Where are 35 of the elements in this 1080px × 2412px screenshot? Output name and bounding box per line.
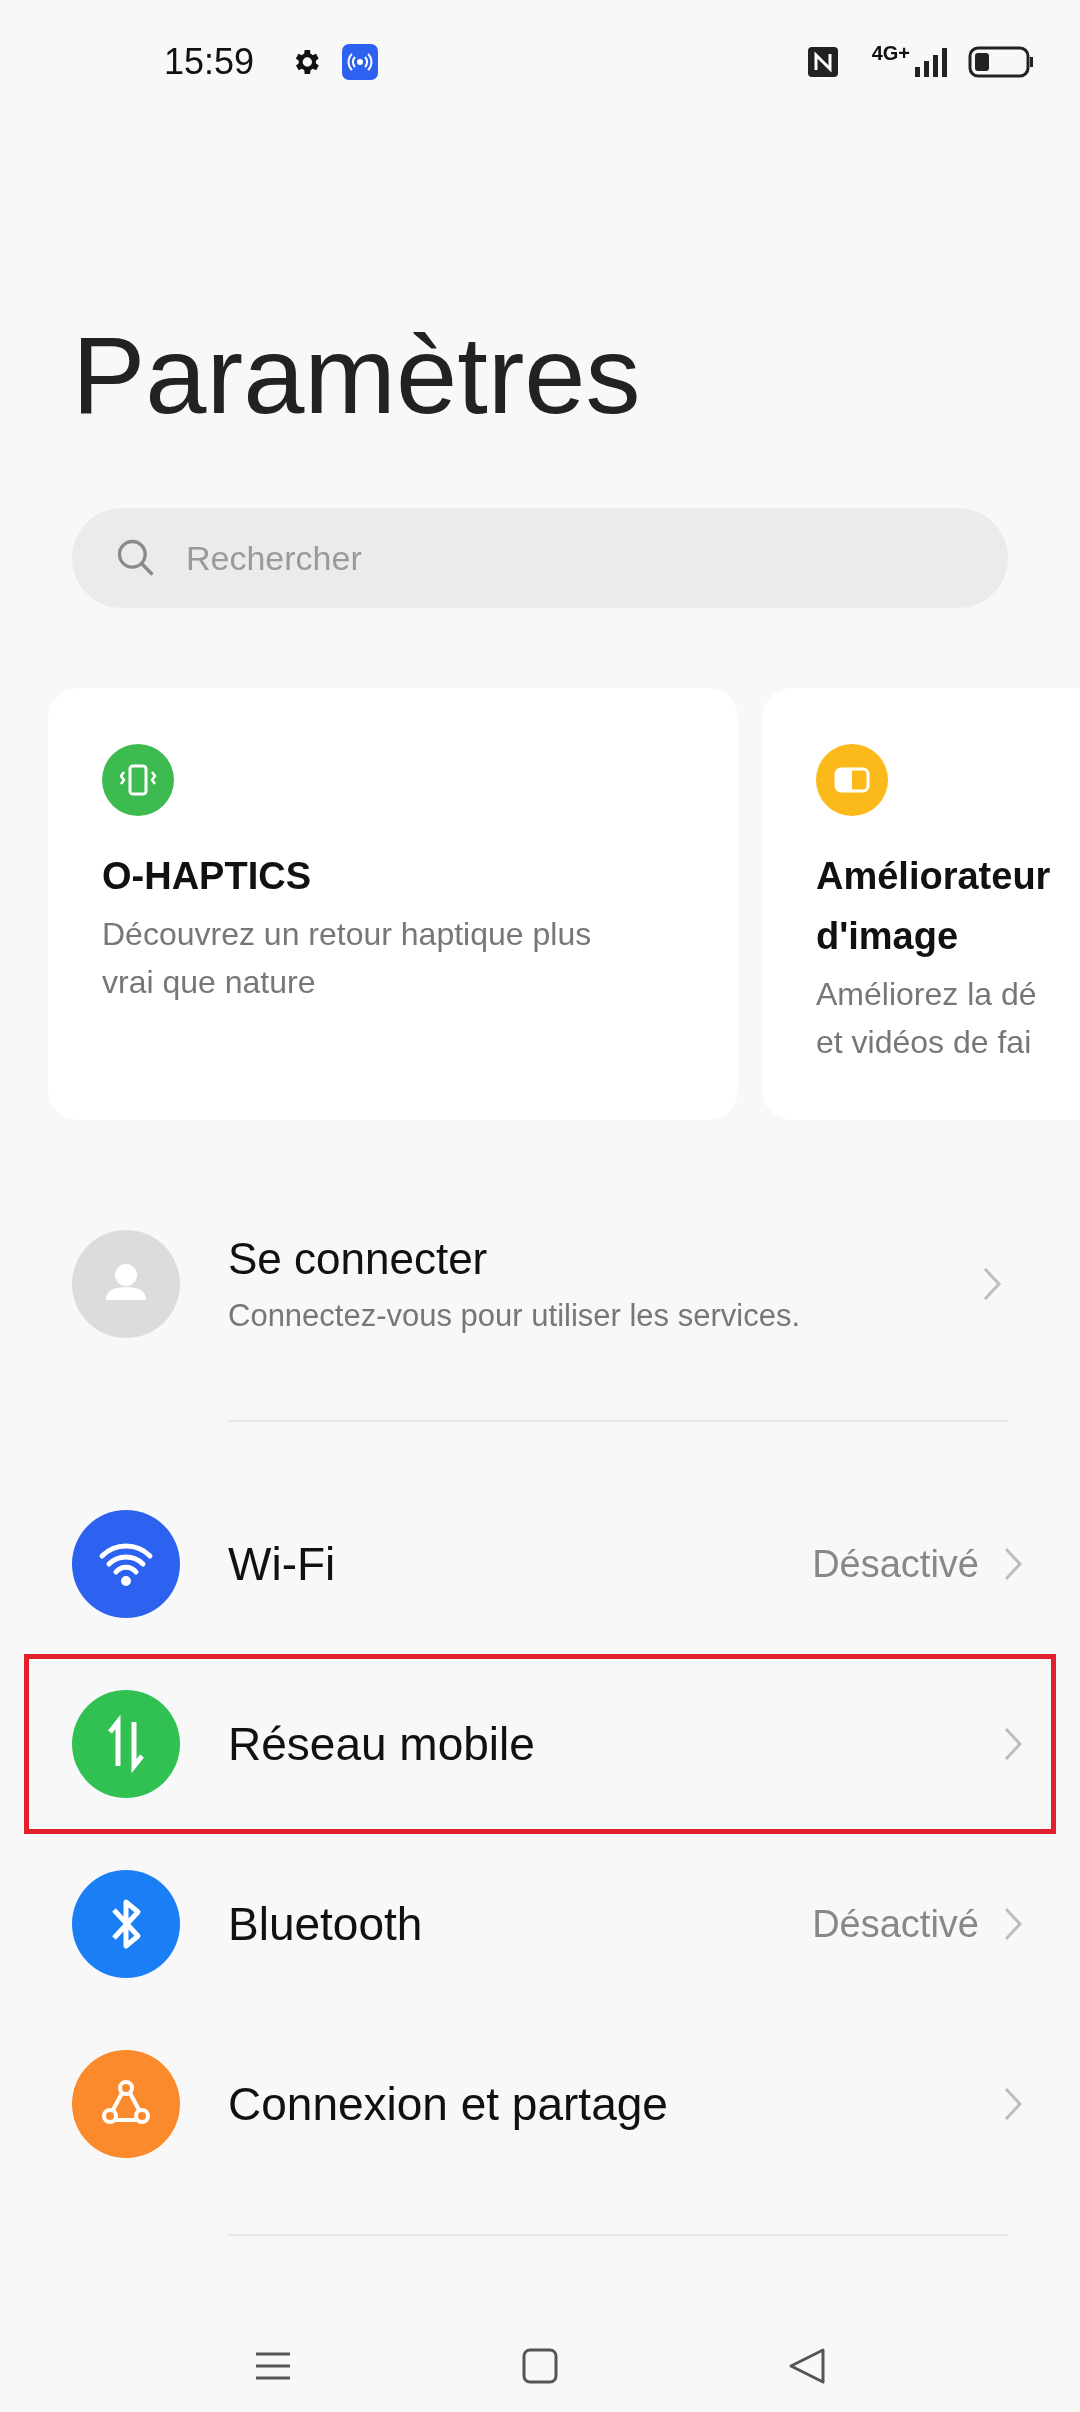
account-title: Se connecter bbox=[228, 1234, 489, 1284]
page-title: Paramètres bbox=[72, 320, 642, 438]
feature-card[interactable]: O-HAPTICS Découvrez un retour haptique plus vrai que nature bbox=[48, 688, 738, 1120]
item-label: Connexion et partage bbox=[228, 2077, 668, 2131]
search-field[interactable]: Rechercher bbox=[72, 508, 1008, 608]
item-value: Désactivé bbox=[812, 1542, 979, 1586]
battery-icon bbox=[968, 46, 1034, 78]
hotspot-icon bbox=[342, 44, 379, 80]
settings-item[interactable]: Bluetooth Désactivé bbox=[24, 1834, 1056, 2014]
chevron-icon bbox=[1003, 1726, 1023, 1762]
card-title: O-HAPTICS bbox=[102, 854, 312, 899]
settings-item[interactable]: Connexion et partage bbox=[24, 2014, 1056, 2194]
card-description: Améliorez la dé et vidéos de fai bbox=[816, 975, 1038, 1062]
network-type: 4G+ bbox=[871, 42, 910, 65]
account-row[interactable]: Se connecter Connectez-vous pour utiliser les services. bbox=[0, 1230, 1080, 1338]
card-title: Améliorateur d'image bbox=[816, 854, 1052, 959]
card-description: Découvrez un retour haptique plus vrai que nature bbox=[102, 915, 593, 1002]
chevron-icon bbox=[1003, 1906, 1023, 1942]
nfc-icon bbox=[807, 47, 838, 77]
chevron-icon bbox=[982, 1266, 1002, 1302]
item-label: Réseau mobile bbox=[228, 1717, 535, 1771]
item-label: Wi-Fi bbox=[228, 1537, 336, 1591]
chevron-icon bbox=[1003, 1546, 1023, 1582]
status-time: 15:59 bbox=[164, 41, 255, 83]
chevron-icon bbox=[1003, 2086, 1023, 2122]
item-label: Bluetooth bbox=[228, 1897, 423, 1951]
feature-card[interactable]: Améliorateur d'image Améliorez la dé et vidéos de fai bbox=[762, 688, 1080, 1120]
account-subtitle: Connectez-vous pour utiliser les services. bbox=[228, 1298, 802, 1334]
settings-item[interactable]: Réseau mobile bbox=[24, 1654, 1056, 1834]
settings-item[interactable]: Wi-Fi Désactivé bbox=[24, 1474, 1056, 1654]
avatar-icon bbox=[72, 1230, 180, 1338]
item-value: Désactivé bbox=[812, 1902, 979, 1946]
home-icon[interactable] bbox=[520, 2346, 560, 2386]
back-icon[interactable] bbox=[786, 2346, 827, 2386]
signal-icon bbox=[914, 47, 948, 77]
